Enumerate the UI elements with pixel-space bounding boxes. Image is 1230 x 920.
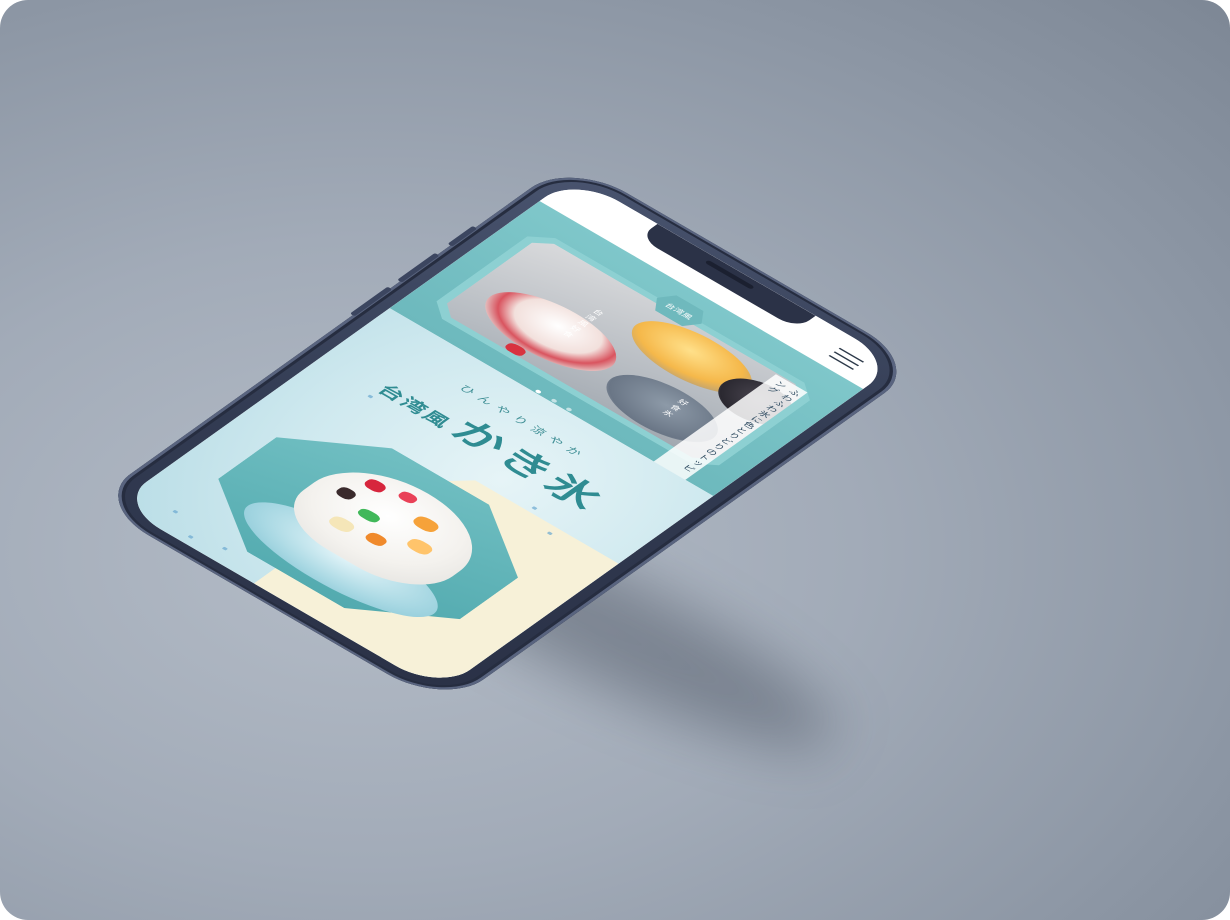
phone-device: 台湾風 ふわふわ氷に色とりどりのトッピング 台湾風好食 好食氷 ひんやり涼やか … xyxy=(91,160,924,708)
feature-title-prefix: 台湾風 xyxy=(372,381,457,432)
ice-sparkle xyxy=(172,509,179,514)
ice-sparkle xyxy=(531,506,538,511)
slider-dot-1[interactable] xyxy=(534,389,543,395)
ice-sparkle xyxy=(221,546,228,551)
ice-sparkle xyxy=(187,534,194,539)
phone-mockup: 台湾風 ふわふわ氷に色とりどりのトッピング 台湾風好食 好食氷 ひんやり涼やか … xyxy=(0,0,1230,920)
phone-screen: 台湾風 ふわふわ氷に色とりどりのトッピング 台湾風好食 好食氷 ひんやり涼やか … xyxy=(116,175,899,692)
slider-dot-3[interactable] xyxy=(564,406,573,412)
slider-dot-2[interactable] xyxy=(549,398,558,403)
hamburger-menu-icon[interactable] xyxy=(828,347,865,370)
mockup-background: 台湾風 ふわふわ氷に色とりどりのトッピング 台湾風好食 好食氷 ひんやり涼やか … xyxy=(0,0,1230,920)
